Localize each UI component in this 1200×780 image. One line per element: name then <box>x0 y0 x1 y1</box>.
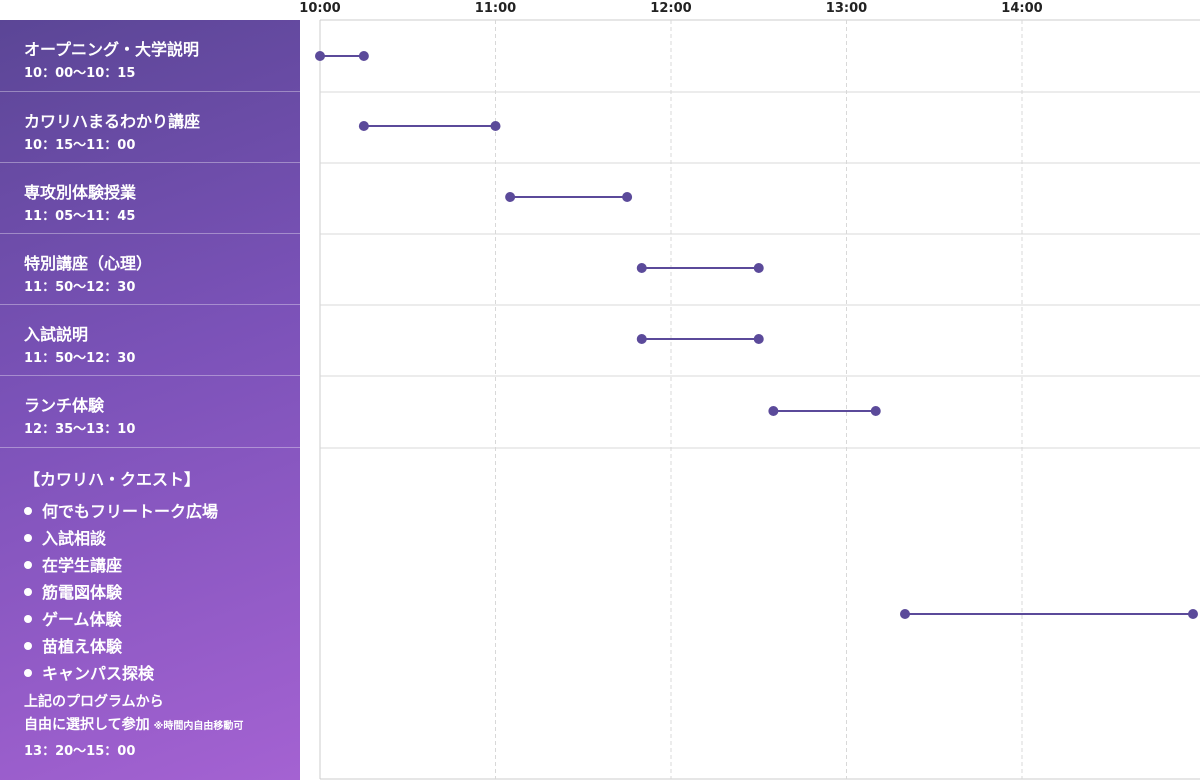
gantt-end-point <box>870 406 881 416</box>
gantt-start-point <box>636 334 647 344</box>
gantt-end-point <box>753 263 764 273</box>
x-tick-label: 10:00 <box>299 1 340 16</box>
gantt-start-point <box>315 51 325 61</box>
gantt-start-point <box>636 263 647 273</box>
gantt-end-point <box>622 192 633 202</box>
gantt-end-point <box>490 121 501 131</box>
x-tick-label: 13:00 <box>826 1 867 16</box>
gantt-end-point <box>753 334 764 344</box>
gantt-start-point <box>505 192 516 202</box>
gantt-chart: 10:00 11:00 12:00 13:00 14:00 <box>299 1 1200 780</box>
gantt-end-point <box>358 51 369 61</box>
gantt-start-point <box>358 121 369 131</box>
x-tick-label: 14:00 <box>1001 1 1042 16</box>
x-tick-label: 12:00 <box>650 1 691 16</box>
gantt-end-point <box>1188 609 1198 619</box>
gantt-start-point <box>899 609 910 619</box>
x-tick-label: 11:00 <box>475 1 516 16</box>
gantt-start-point <box>768 406 779 416</box>
